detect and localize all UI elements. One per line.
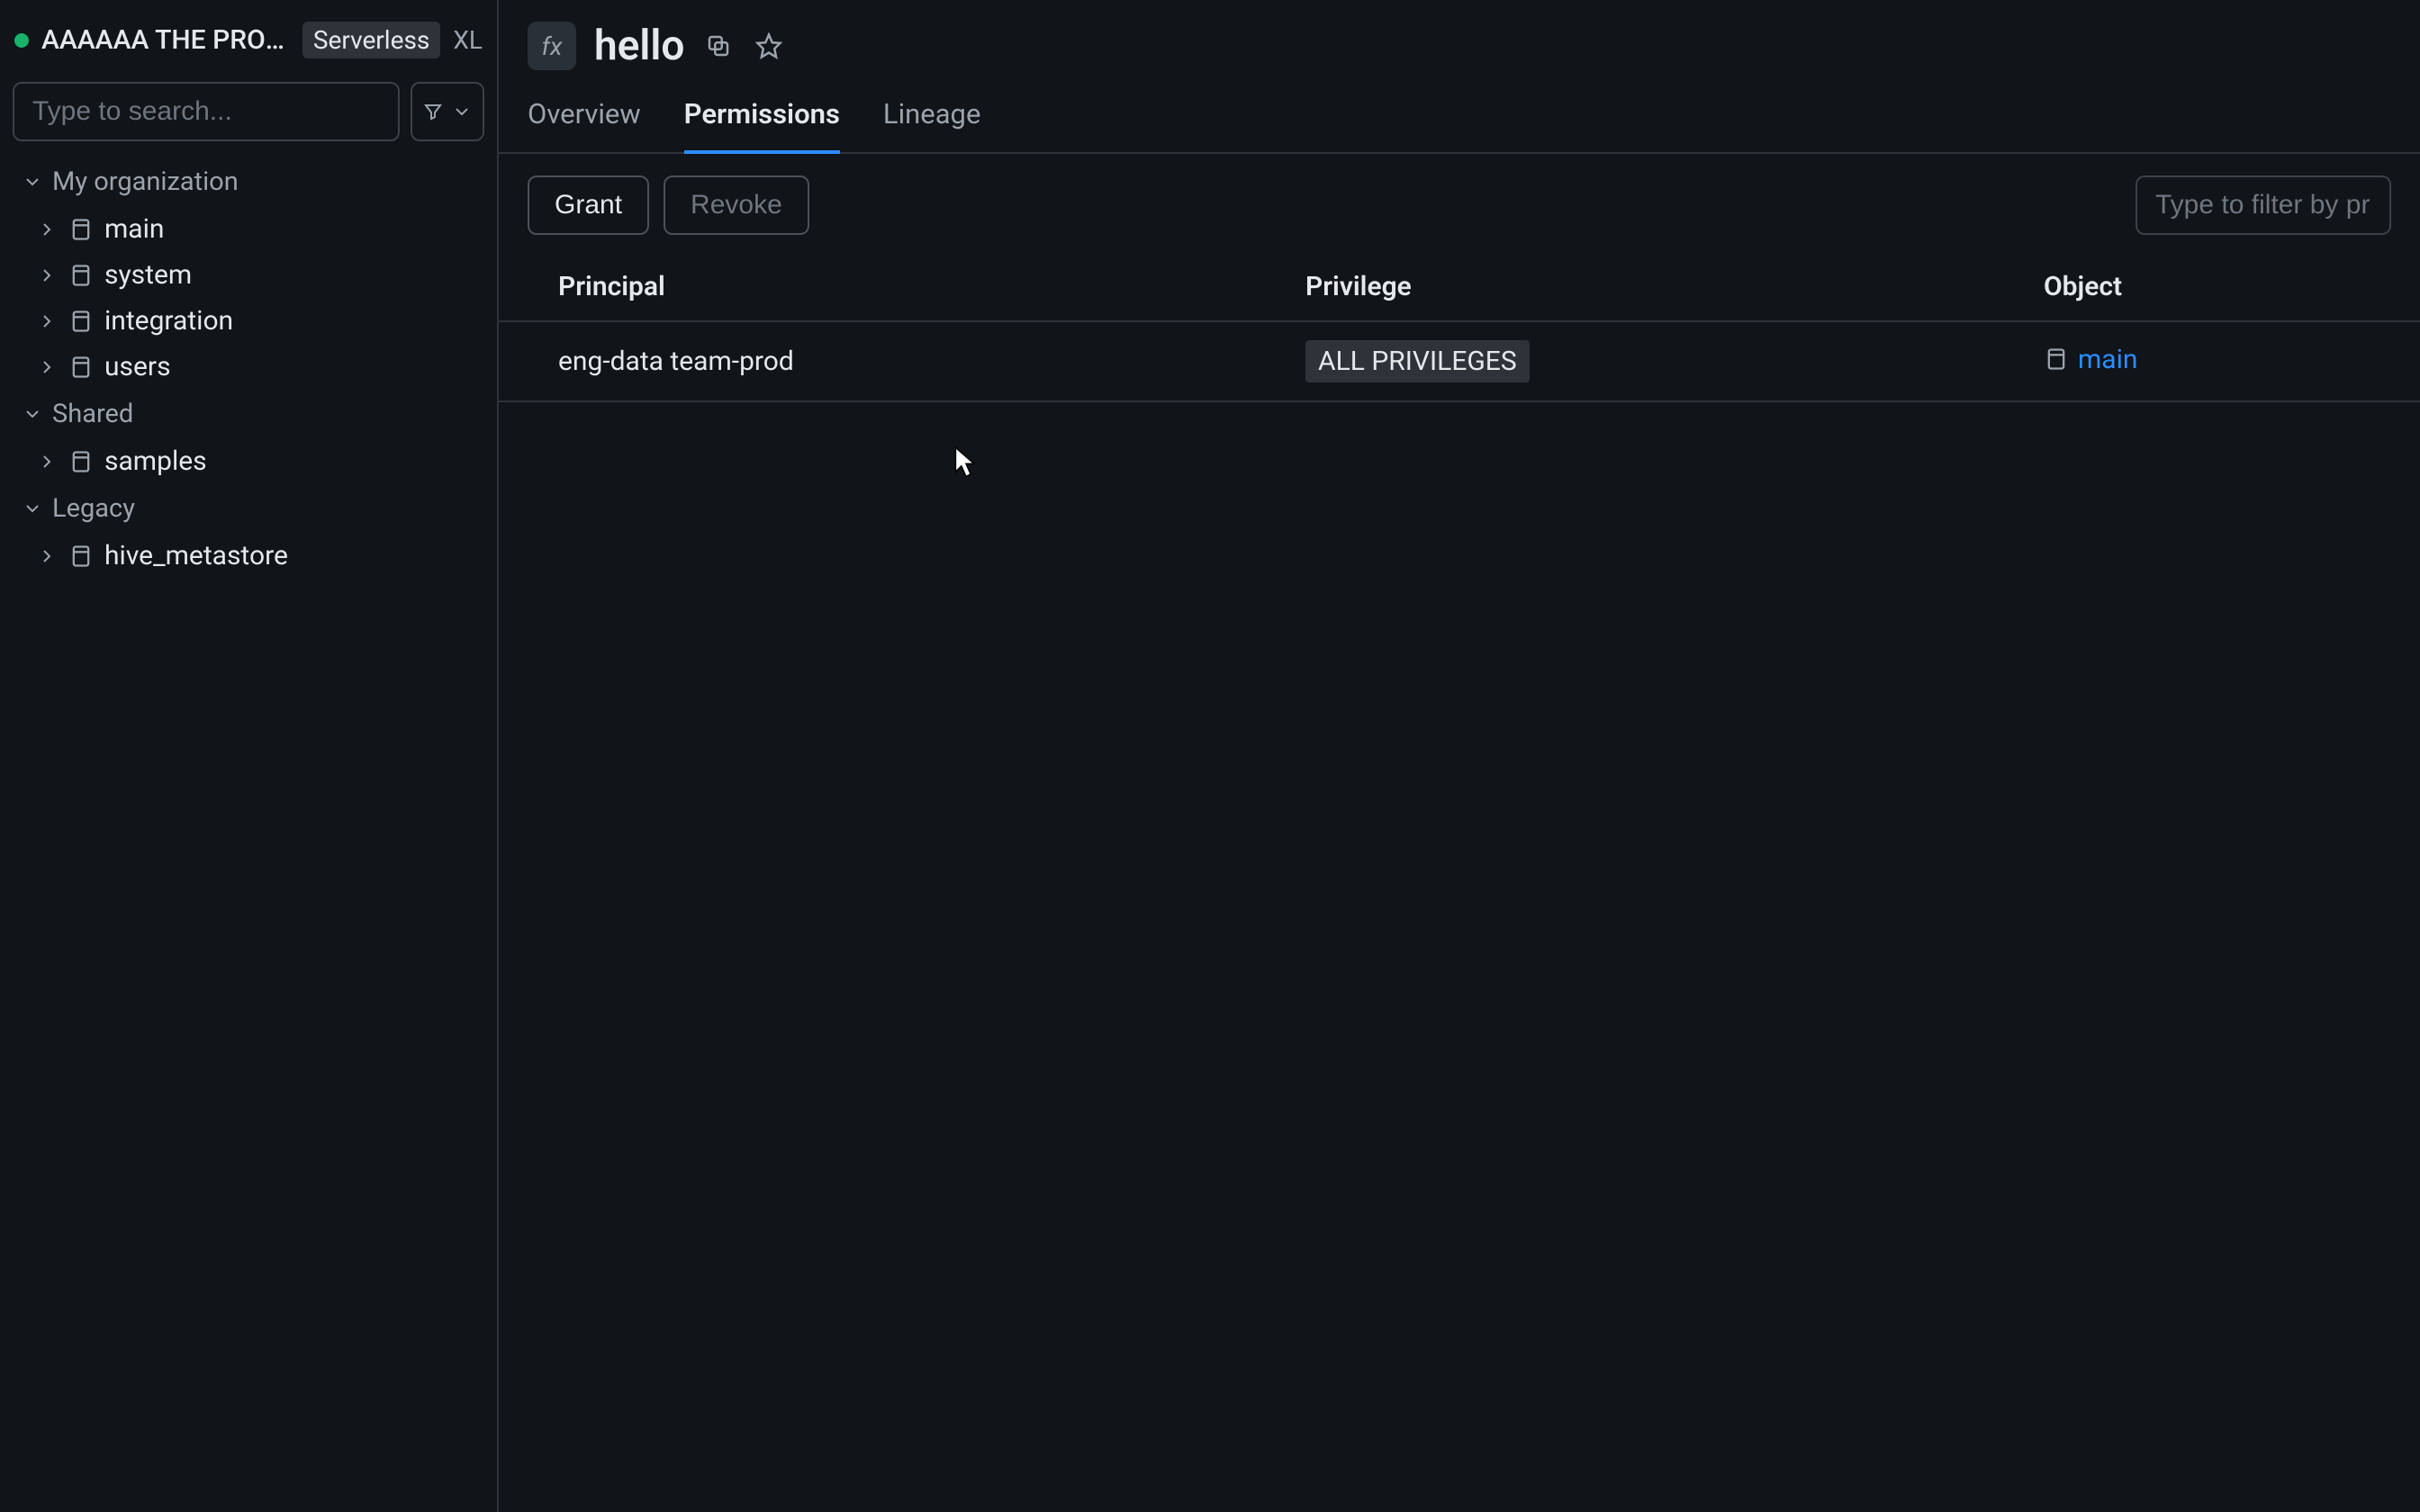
object-link-label: main <box>2078 344 2138 375</box>
function-icon: fx <box>528 22 576 70</box>
workspace-name: AAAAAA THE PRODU… <box>41 24 290 56</box>
cell-privilege: ALL PRIVILEGES <box>1305 340 2044 382</box>
tree-item-label: users <box>104 351 171 382</box>
chevron-right-icon <box>36 310 58 332</box>
revoke-button[interactable]: Revoke <box>664 176 809 235</box>
chevron-down-icon <box>22 498 43 519</box>
tree-section-shared[interactable]: Shared <box>0 390 497 438</box>
table-row[interactable]: eng-data team-prod ALL PRIVILEGES main <box>499 322 2420 402</box>
workspace-type-badge: Serverless <box>302 22 441 58</box>
tree-item-label: hive_metastore <box>104 540 288 572</box>
grant-button[interactable]: Grant <box>528 176 649 235</box>
object-link[interactable]: main <box>2044 344 2138 375</box>
star-icon <box>755 32 782 59</box>
tree-item-samples[interactable]: samples <box>0 438 497 484</box>
tree-section-label: My organization <box>52 166 239 197</box>
catalog-icon <box>68 309 94 334</box>
catalog-icon <box>68 355 94 380</box>
workspace-size: XL <box>453 25 483 55</box>
tree-item-label: integration <box>104 305 233 337</box>
page-title: hello <box>594 22 684 70</box>
tree-item-users[interactable]: users <box>0 344 497 390</box>
permissions-toolbar: Grant Revoke <box>499 154 2420 253</box>
tree-section-label: Legacy <box>52 493 135 524</box>
sidebar: AAAAAA THE PRODU… Serverless XL My organ… <box>0 0 499 1512</box>
workspace-header[interactable]: AAAAAA THE PRODU… Serverless XL <box>0 9 497 71</box>
catalog-icon <box>68 263 94 288</box>
catalog-icon <box>68 217 94 242</box>
privilege-tag: ALL PRIVILEGES <box>1305 340 1530 382</box>
filter-icon <box>422 101 444 122</box>
main-panel: fx hello Overview Permissions Lineage Gr… <box>499 0 2420 1512</box>
column-header-object[interactable]: Object <box>2044 271 2391 302</box>
catalog-icon <box>68 544 94 569</box>
copy-button[interactable] <box>702 30 735 62</box>
catalog-tree: My organization main system integration <box>0 154 497 579</box>
chevron-down-icon <box>22 171 43 193</box>
filter-input[interactable] <box>2136 176 2391 235</box>
tree-item-label: samples <box>104 446 207 477</box>
tree-item-label: main <box>104 213 165 245</box>
tree-section-label: Shared <box>52 399 133 429</box>
chevron-right-icon <box>36 265 58 286</box>
tree-item-hive-metastore[interactable]: hive_metastore <box>0 533 497 579</box>
tab-lineage[interactable]: Lineage <box>883 97 981 154</box>
tabs: Overview Permissions Lineage <box>499 77 2420 154</box>
tab-permissions[interactable]: Permissions <box>684 97 840 154</box>
tree-section-my-organization[interactable]: My organization <box>0 158 497 206</box>
tree-item-main[interactable]: main <box>0 206 497 252</box>
chevron-right-icon <box>36 356 58 378</box>
chevron-right-icon <box>36 219 58 240</box>
chevron-down-icon <box>451 101 473 122</box>
title-row: fx hello <box>499 22 2420 77</box>
column-header-privilege[interactable]: Privilege <box>1305 271 2044 302</box>
favorite-button[interactable] <box>753 30 785 62</box>
tree-item-label: system <box>104 259 192 291</box>
filter-button[interactable] <box>411 82 484 141</box>
tree-item-system[interactable]: system <box>0 252 497 298</box>
cell-principal: eng-data team-prod <box>528 346 1305 377</box>
catalog-icon <box>2044 346 2069 372</box>
permissions-table: Principal Privilege Object eng-data team… <box>499 253 2420 402</box>
cell-object: main <box>2044 344 2391 380</box>
catalog-icon <box>68 449 94 474</box>
sidebar-search-row <box>0 71 497 154</box>
copy-icon <box>705 32 732 59</box>
search-input[interactable] <box>13 82 400 141</box>
chevron-down-icon <box>22 403 43 425</box>
column-header-principal[interactable]: Principal <box>528 271 1305 302</box>
tree-item-integration[interactable]: integration <box>0 298 497 344</box>
status-dot-icon <box>14 33 29 48</box>
tree-section-legacy[interactable]: Legacy <box>0 484 497 533</box>
chevron-right-icon <box>36 451 58 472</box>
table-header: Principal Privilege Object <box>499 253 2420 322</box>
chevron-right-icon <box>36 545 58 567</box>
tab-overview[interactable]: Overview <box>528 97 641 154</box>
